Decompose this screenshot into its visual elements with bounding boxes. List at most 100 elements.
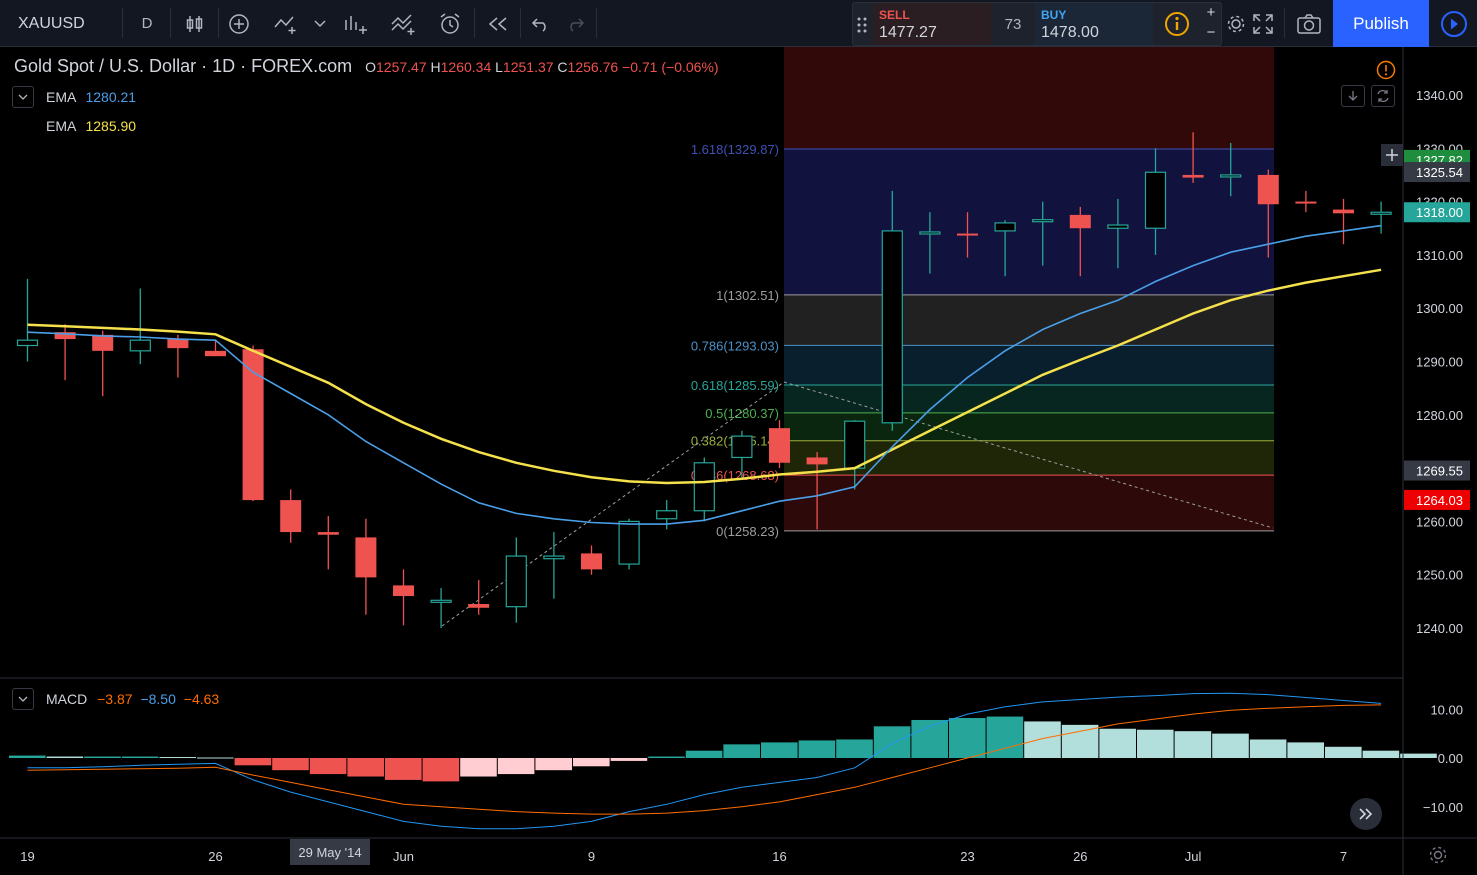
macd-histogram-bar (309, 758, 347, 775)
templates-icon (391, 13, 415, 35)
macd-collapse-button[interactable] (12, 688, 34, 710)
ema-fast-label: EMA (46, 89, 76, 105)
redo-button[interactable] (560, 0, 590, 47)
drag-handle-icon[interactable] (855, 15, 869, 35)
macd-histogram-bar (1212, 733, 1249, 758)
candle-body (1144, 171, 1167, 229)
fib-level-label: 0(1258.23) (716, 524, 779, 539)
low-key: L (495, 59, 503, 75)
candle-body (1032, 219, 1054, 223)
templates-button[interactable] (386, 0, 422, 47)
macd-legend[interactable]: MACD −3.87 −8.50 −4.63 (46, 691, 219, 707)
undo-icon (531, 17, 546, 32)
symbol-search[interactable]: XAUUSD (6, 0, 116, 47)
candle-body (505, 555, 527, 608)
decrease-button[interactable]: − (1201, 23, 1221, 43)
ohlc-values: O1257.47 H1260.34 L1251.37 C1256.76 −0.7… (365, 59, 718, 75)
macd-histogram-bar (573, 758, 610, 767)
macd-histogram-bar (121, 756, 159, 758)
macd-histogram-bar (610, 758, 648, 761)
snapshot-button[interactable] (1292, 0, 1326, 47)
macd-histogram-bar (1174, 731, 1212, 758)
fib-level-label: 0.786(1293.03) (691, 338, 779, 353)
candle-body (1069, 214, 1091, 229)
toolbar-divider (596, 8, 597, 38)
ema-fast-legend[interactable]: EMA 1280.21 (46, 89, 136, 105)
scroll-to-realtime-button[interactable] (1350, 798, 1382, 830)
toolbar-divider (122, 8, 123, 38)
price-axis-labels: 1327.821325.541318.001269.551264.03 (1404, 149, 1470, 510)
trade-info-button[interactable] (1153, 3, 1201, 45)
undo-button[interactable] (526, 0, 556, 47)
macd-histogram-bar (648, 756, 685, 758)
quantity-stepper[interactable]: + − (1201, 3, 1221, 45)
close-key: C (557, 59, 568, 75)
ema-slow-legend[interactable]: EMA 1285.90 (46, 118, 136, 134)
publish-button[interactable]: Publish (1333, 0, 1429, 47)
price-label-text: 1269.55 (1416, 464, 1463, 479)
alert-button[interactable] (434, 0, 468, 47)
ema-slow-label: EMA (46, 118, 76, 134)
settings-button[interactable] (1226, 0, 1246, 47)
time-tick-label: 16 (772, 849, 786, 864)
add-price-alert-button[interactable] (1381, 144, 1403, 166)
price-label-text: 1264.03 (1416, 493, 1463, 508)
buy-price: 1478.00 (1041, 24, 1099, 41)
macd-tick-label: 10.00 (1430, 702, 1463, 717)
candle-body (468, 604, 490, 608)
time-tick-label: 26 (208, 849, 222, 864)
candle-body (731, 435, 753, 459)
chevron-down-icon (314, 19, 326, 27)
scroll-down-button[interactable] (1341, 85, 1365, 107)
chart-type-button[interactable] (178, 0, 212, 47)
crosshair-date-badge: 29 May '14 (290, 839, 370, 865)
price-tick-label: 1290.00 (1416, 355, 1463, 370)
indicators-button[interactable] (268, 0, 304, 47)
candle-body (1370, 211, 1392, 215)
symbol-title: Gold Spot / U.S. Dollar · 1D · FOREX.com (14, 56, 353, 76)
fullscreen-button[interactable] (1248, 0, 1278, 47)
candle-body (129, 339, 151, 352)
warning-button[interactable] (1376, 60, 1396, 85)
replay-play-button[interactable] (1430, 0, 1477, 47)
camera-icon (1297, 13, 1321, 34)
price-tick-label: 1260.00 (1416, 514, 1463, 529)
financials-button[interactable] (338, 0, 374, 47)
sell-label: SELL (879, 8, 910, 22)
alarm-clock-icon (440, 12, 460, 34)
macd-axis: 10.00 0.00 −10.00 (1423, 702, 1463, 815)
increase-button[interactable]: + (1201, 3, 1221, 23)
macd-histogram-bar (535, 758, 572, 771)
time-tick-label: 26 (1073, 849, 1087, 864)
change-value: −0.71 (−0.06%) (622, 59, 719, 75)
candle-body (16, 339, 39, 347)
open-key: O (365, 59, 376, 75)
macd-signal-value: −4.63 (183, 691, 220, 707)
price-label-text: 1325.54 (1416, 165, 1463, 180)
buy-label: BUY (1041, 8, 1067, 22)
fib-zone (784, 148, 1274, 295)
arrow-down-icon (1348, 91, 1358, 101)
candle-body (919, 231, 941, 235)
price-tick-label: 1250.00 (1416, 568, 1463, 583)
info-icon (1165, 12, 1189, 36)
sell-button[interactable]: SELL 1477.27 (873, 3, 991, 45)
chevron-down-icon (18, 696, 28, 702)
macd-histogram-bar (798, 740, 836, 758)
low-value: 1251.37 (502, 59, 554, 75)
chart-settings-button[interactable] (1428, 845, 1448, 870)
toolbar-divider (170, 8, 171, 38)
price-chart[interactable]: 1.618(1329.87) 1(1302.51) 0.786(1293.03) 0.… (0, 47, 1477, 875)
buy-button[interactable]: BUY 1478.00 (1035, 3, 1153, 45)
indicators-dropdown[interactable] (310, 0, 330, 47)
candle-body (1295, 201, 1317, 204)
macd-tick-label: −10.00 (1423, 800, 1463, 815)
reset-button[interactable] (1371, 85, 1395, 107)
macd-histogram-bar (422, 758, 460, 782)
price-tick-label: 1280.00 (1416, 408, 1463, 423)
macd-histogram-bar (497, 758, 535, 775)
replay-button[interactable] (482, 0, 514, 47)
interval-button[interactable]: D (128, 0, 166, 47)
legend-collapse-button[interactable] (12, 86, 34, 108)
compare-button[interactable] (224, 0, 254, 47)
